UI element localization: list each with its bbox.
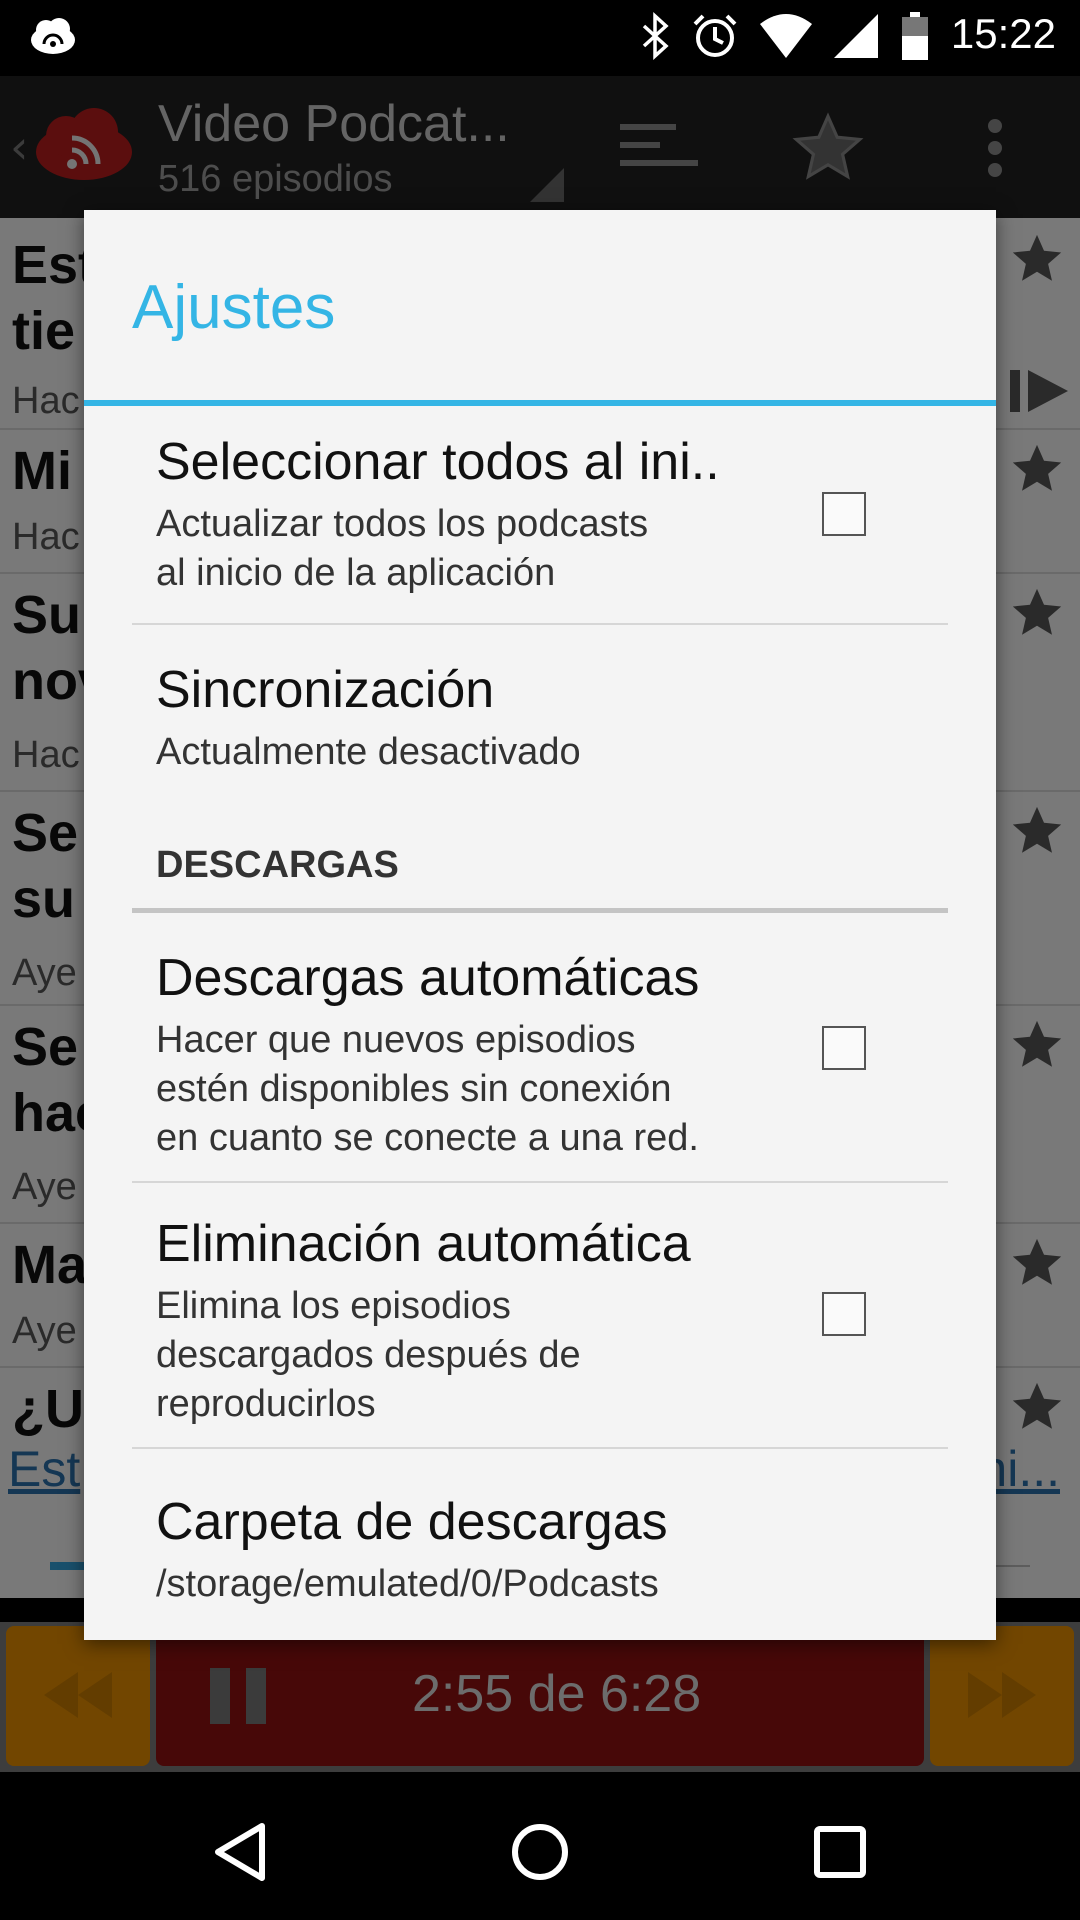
pref-summary-line: Actualizar todos los podcasts <box>156 503 649 545</box>
pref-summary: /storage/emulated/0/Podcasts <box>156 1560 916 1609</box>
pref-sync[interactable]: Sincronización Actualmente desactivado <box>156 660 916 777</box>
select-all-checkbox[interactable] <box>822 492 866 536</box>
pref-download-folder[interactable]: Carpeta de descargas /storage/emulated/0… <box>156 1492 916 1609</box>
wifi-icon <box>760 14 812 58</box>
pref-auto-download[interactable]: Descargas automáticas Hacer que nuevos e… <box>156 948 916 1163</box>
clock: 15:22 <box>950 10 1056 57</box>
pref-summary-line: reproducirlos <box>156 1383 376 1425</box>
pref-summary: Elimina los episodios descargados despué… <box>156 1282 916 1429</box>
pref-summary-line: al inicio de la aplicación <box>156 552 556 594</box>
home-icon[interactable] <box>510 1822 570 1882</box>
pref-summary-line: estén disponibles sin conexión <box>156 1068 672 1110</box>
pref-title: Sincronización <box>156 661 495 719</box>
pref-title: Eliminación automática <box>156 1215 691 1273</box>
back-icon[interactable] <box>212 1822 268 1882</box>
pref-title: Carpeta de descargas <box>156 1493 668 1551</box>
title-divider <box>84 400 996 406</box>
category-downloads: DESCARGAS <box>156 844 399 886</box>
pref-select-all-on-start[interactable]: Seleccionar todos al ini.. Actualizar to… <box>156 432 916 598</box>
divider <box>132 623 948 625</box>
recents-icon[interactable] <box>814 1826 866 1878</box>
cloud-sync-icon <box>31 18 75 54</box>
battery-icon <box>902 12 928 60</box>
bluetooth-icon <box>642 12 669 60</box>
dialog-title: Ajustes <box>132 273 336 342</box>
divider <box>132 1447 948 1449</box>
divider <box>132 1181 948 1183</box>
pref-summary: Hacer que nuevos episodios estén disponi… <box>156 1016 916 1163</box>
pref-summary-line: /storage/emulated/0/Podcasts <box>156 1563 659 1605</box>
auto-download-checkbox[interactable] <box>822 1026 866 1070</box>
navigation-bar <box>0 1778 1080 1920</box>
status-bar: 15:22 <box>0 0 1080 76</box>
pref-summary-line: Elimina los episodios <box>156 1285 511 1327</box>
settings-dialog: Ajustes Seleccionar todos al ini.. Actua… <box>84 210 996 1640</box>
pref-summary: Actualmente desactivado <box>156 728 916 777</box>
pref-title: Descargas automáticas <box>156 949 700 1007</box>
pref-summary-line: Hacer que nuevos episodios <box>156 1019 636 1061</box>
auto-delete-checkbox[interactable] <box>822 1292 866 1336</box>
pref-title: Seleccionar todos al ini.. <box>156 433 720 491</box>
category-divider <box>132 908 948 913</box>
pref-summary: Actualizar todos los podcasts al inicio … <box>156 500 916 598</box>
pref-summary-line: Actualmente desactivado <box>156 731 581 773</box>
alarm-icon <box>693 14 737 57</box>
pref-summary-line: en cuanto se conecte a una red. <box>156 1117 699 1159</box>
signal-icon <box>834 14 878 58</box>
pref-auto-delete[interactable]: Eliminación automática Elimina los episo… <box>156 1214 916 1429</box>
pref-summary-line: descargados después de <box>156 1334 581 1376</box>
